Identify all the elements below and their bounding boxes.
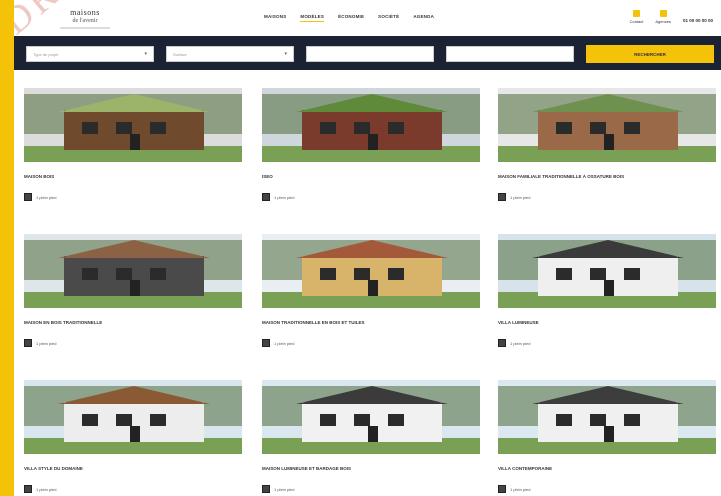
site-header: maisons de l'avenir MAISONS MODÈLES ÉCON… bbox=[14, 0, 721, 36]
model-meta-label: 1 plein pied bbox=[510, 486, 531, 492]
model-card[interactable]: MAISON EN BOIS TRADITIONNELLE 1 plein pie… bbox=[24, 234, 242, 347]
agencies-label: Agences bbox=[655, 19, 671, 24]
model-card[interactable]: VILLA STYLE DU DOMAINE 1 plein pied bbox=[24, 380, 242, 493]
model-title[interactable]: MAISON TRADITIONNELLE EN BOIS ET TUILES bbox=[262, 320, 480, 325]
project-type-label: Type de projet bbox=[33, 51, 59, 57]
model-image[interactable] bbox=[262, 380, 480, 454]
plan-icon bbox=[262, 193, 270, 201]
model-meta: 1 plein pied bbox=[498, 193, 716, 201]
model-meta-label: 1 plein pied bbox=[274, 486, 295, 492]
plan-icon bbox=[498, 339, 506, 347]
nav-item-economie[interactable]: ÉCONOMIE bbox=[338, 14, 364, 22]
nav-item-modeles[interactable]: MODÈLES bbox=[300, 14, 325, 22]
search-button[interactable]: RECHERCHER bbox=[586, 45, 714, 63]
project-type-select[interactable]: Type de projet ▾ bbox=[26, 46, 154, 62]
model-meta-label: 1 plein pied bbox=[510, 340, 531, 346]
model-meta-label: 1 plein pied bbox=[510, 194, 531, 200]
contact-label: Contact bbox=[629, 19, 644, 24]
model-card[interactable]: ISEO 1 plein pied bbox=[262, 88, 480, 201]
model-meta-label: 1 plein pied bbox=[36, 340, 57, 346]
model-meta: 1 plein pied bbox=[262, 193, 480, 201]
model-meta-label: 1 plein pied bbox=[274, 340, 295, 346]
model-image[interactable] bbox=[498, 88, 716, 162]
model-card[interactable]: MAISON TRADITIONNELLE EN BOIS ET TUILES 1… bbox=[262, 234, 480, 347]
model-title[interactable]: MAISON BOIS bbox=[24, 174, 242, 179]
model-title[interactable]: ISEO bbox=[262, 174, 480, 179]
search-field-3[interactable] bbox=[306, 46, 434, 62]
location-icon bbox=[659, 10, 667, 17]
model-meta: 1 plein pied bbox=[24, 485, 242, 493]
search-field-4[interactable] bbox=[446, 46, 574, 62]
search-bar: Type de projet ▾ Surface ▾ RECHERCHER bbox=[14, 36, 721, 70]
model-title[interactable]: VILLA STYLE DU DOMAINE bbox=[24, 466, 242, 471]
model-meta: 1 plein pied bbox=[498, 485, 716, 493]
model-card[interactable]: MAISON FAMILIALE TRADITIONNELLE À OSSATU… bbox=[498, 88, 716, 201]
model-image[interactable] bbox=[24, 234, 242, 308]
plan-icon bbox=[262, 339, 270, 347]
model-title[interactable]: MAISON EN BOIS TRADITIONNELLE bbox=[24, 320, 242, 325]
model-meta: 1 plein pied bbox=[498, 339, 716, 347]
contact-icon bbox=[632, 10, 640, 17]
nav-item-societe[interactable]: SOCIÉTÉ bbox=[378, 14, 399, 22]
plan-icon bbox=[498, 193, 506, 201]
plan-icon bbox=[498, 485, 506, 493]
surface-select[interactable]: Surface ▾ bbox=[166, 46, 294, 62]
plan-icon bbox=[24, 339, 32, 347]
model-image[interactable] bbox=[262, 88, 480, 162]
model-title[interactable]: VILLA LUMINEUSE bbox=[498, 320, 716, 325]
nav-item-maisons[interactable]: MAISONS bbox=[264, 14, 286, 22]
page: maisons de l'avenir MAISONS MODÈLES ÉCON… bbox=[14, 0, 721, 496]
header-actions: Contact Agences 01 00 00 00 00 bbox=[630, 10, 713, 24]
model-meta-label: 1 plein pied bbox=[36, 486, 57, 492]
model-card[interactable]: MAISON LUMINEUSE ET BARDAGE BOIS 1 plein … bbox=[262, 380, 480, 493]
model-card[interactable]: VILLA CONTEMPORAINE 1 plein pied bbox=[498, 380, 716, 493]
model-image[interactable] bbox=[498, 380, 716, 454]
model-title[interactable]: VILLA CONTEMPORAINE bbox=[498, 466, 716, 471]
model-title[interactable]: MAISON FAMILIALE TRADITIONNELLE À OSSATU… bbox=[498, 174, 716, 179]
agencies-link[interactable]: Agences bbox=[655, 10, 671, 24]
model-meta: 1 plein pied bbox=[262, 485, 480, 493]
main-nav: MAISONS MODÈLES ÉCONOMIE SOCIÉTÉ AGENDA bbox=[264, 14, 434, 22]
model-meta: 1 plein pied bbox=[24, 339, 242, 347]
logo-underline bbox=[60, 27, 110, 29]
plan-icon bbox=[262, 485, 270, 493]
brand-subtitle: de l'avenir bbox=[72, 18, 98, 24]
chevron-down-icon: ▾ bbox=[144, 51, 147, 57]
contact-link[interactable]: Contact bbox=[629, 10, 644, 24]
model-card[interactable]: MAISON BOIS 1 plein pied bbox=[24, 88, 242, 201]
surface-label: Surface bbox=[173, 51, 187, 57]
plan-icon bbox=[24, 485, 32, 493]
model-image[interactable] bbox=[498, 234, 716, 308]
model-meta: 1 plein pied bbox=[24, 193, 242, 201]
model-title[interactable]: MAISON LUMINEUSE ET BARDAGE BOIS bbox=[262, 466, 480, 471]
phone-number[interactable]: 01 00 00 00 00 bbox=[683, 18, 713, 23]
brand-name: maisons bbox=[70, 8, 100, 17]
model-image[interactable] bbox=[24, 88, 242, 162]
model-meta: 1 plein pied bbox=[262, 339, 480, 347]
brand-logo[interactable]: maisons de l'avenir bbox=[52, 8, 118, 32]
nav-item-agenda[interactable]: AGENDA bbox=[413, 14, 434, 22]
chevron-down-icon: ▾ bbox=[284, 51, 287, 57]
model-card[interactable]: VILLA LUMINEUSE 1 plein pied bbox=[498, 234, 716, 347]
model-image[interactable] bbox=[262, 234, 480, 308]
model-meta-label: 1 plein pied bbox=[274, 194, 295, 200]
plan-icon bbox=[24, 193, 32, 201]
model-image[interactable] bbox=[24, 380, 242, 454]
model-meta-label: 1 plein pied bbox=[36, 194, 57, 200]
